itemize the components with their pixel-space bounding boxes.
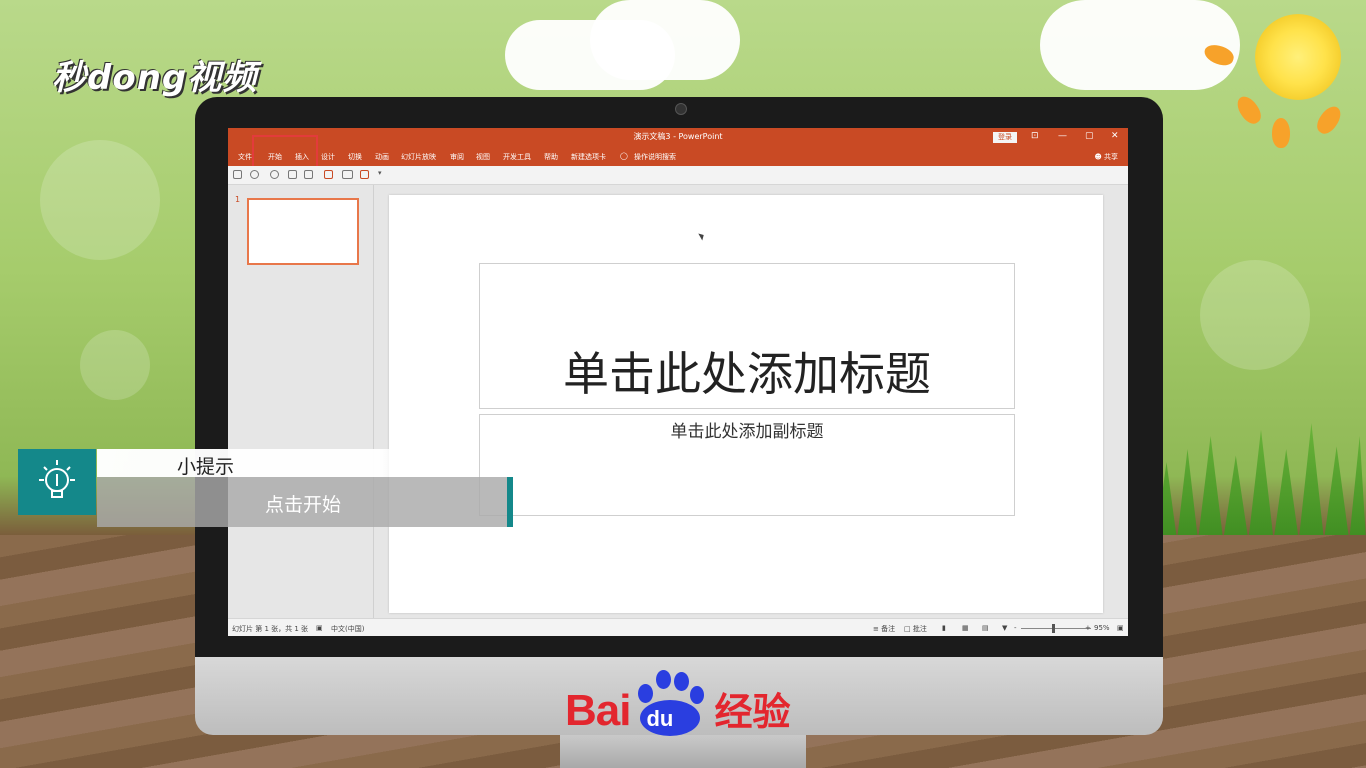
zoom-level[interactable]: 95% — [1094, 624, 1110, 632]
tip-heading-bar: 小提示 — [97, 449, 432, 478]
sun-ray-3 — [1272, 118, 1290, 148]
tab-design[interactable]: 设计 — [321, 152, 335, 162]
title-bar: 演示文稿3 - PowerPoint 登录 ⊡ — ▢ ✕ — [228, 128, 1128, 148]
slide-info: 幻灯片 第 1 张，共 1 张 — [232, 625, 309, 633]
bokeh-3 — [80, 330, 150, 400]
zoom-slider[interactable] — [1021, 628, 1091, 629]
title-placeholder[interactable]: 单击此处添加标题 — [479, 263, 1015, 409]
tab-review[interactable]: 审阅 — [450, 152, 464, 162]
baidu-jingyan-text: 经验 — [714, 690, 791, 734]
bokeh-2 — [1200, 260, 1310, 370]
monitor-stand — [560, 735, 806, 768]
comments-label: 批注 — [912, 625, 927, 633]
sun-ray-4 — [1313, 102, 1345, 138]
tip-body: 点击开始 — [97, 477, 507, 527]
ribbon-display-options-icon[interactable]: ⊡ — [1031, 131, 1039, 141]
sun-ray-2 — [1233, 92, 1265, 128]
slide-number: 1 — [235, 195, 241, 204]
minimize-icon[interactable]: — — [1058, 131, 1067, 141]
baidu-paw-icon: du — [632, 670, 708, 736]
ppt-icon[interactable] — [324, 170, 333, 179]
slide-thumbnail[interactable] — [247, 198, 359, 265]
status-bar: 幻灯片 第 1 张，共 1 张 ▣ 中文(中国) ≡ 备注 □ 批注 ▮ ▦ ▤… — [228, 618, 1128, 636]
camera-icon — [675, 103, 687, 115]
baidu-bai-text: Bai — [565, 686, 631, 735]
thumbnail-pane: 1 — [228, 185, 374, 618]
cloud-2 — [590, 0, 740, 80]
subtitle-placeholder-text: 单击此处添加副标题 — [670, 422, 824, 442]
tip-lightbulb-badge — [18, 449, 96, 515]
slideshow-view-icon[interactable]: ▼ — [1002, 624, 1007, 632]
powerpoint-window: 演示文稿3 - PowerPoint 登录 ⊡ — ▢ ✕ 文件 开始 插入 设… — [228, 128, 1128, 636]
zoom-in-button[interactable]: + — [1085, 624, 1091, 632]
reading-view-icon[interactable]: ▤ — [982, 624, 989, 632]
maximize-icon[interactable]: ▢ — [1085, 131, 1094, 141]
baidu-jingyan-logo: Bai du 经验 — [565, 668, 791, 736]
subtitle-placeholder[interactable]: 单击此处添加副标题 — [479, 414, 1015, 516]
tab-transitions[interactable]: 切换 — [348, 152, 362, 162]
tab-file[interactable]: 文件 — [238, 152, 252, 162]
tab-help[interactable]: 帮助 — [544, 152, 558, 162]
share-label: 共享 — [1104, 153, 1118, 161]
tip-text: 点击开始 — [265, 494, 342, 516]
notes-label: 备注 — [881, 625, 896, 633]
tab-slideshow[interactable]: 幻灯片放映 — [401, 152, 436, 162]
star-icon[interactable] — [304, 170, 313, 179]
close-icon[interactable]: ✕ — [1111, 131, 1119, 141]
zoom-slider-handle[interactable] — [1052, 624, 1055, 633]
fit-to-window-icon[interactable]: ▣ — [1117, 624, 1124, 632]
tab-animations[interactable]: 动画 — [375, 152, 389, 162]
bokeh-1 — [40, 140, 160, 260]
keyboard-icon[interactable] — [342, 170, 353, 179]
save-icon[interactable] — [233, 170, 242, 179]
home-tab-highlight — [252, 135, 318, 170]
notes-button[interactable]: ≡ 备注 — [873, 624, 895, 634]
video-brand-logo: 秒dong视频 — [52, 58, 258, 98]
quick-access-toolbar: ▾ — [228, 166, 1128, 185]
comments-button[interactable]: □ 批注 — [904, 624, 927, 634]
undo-icon[interactable] — [250, 170, 259, 179]
login-button[interactable]: 登录 — [993, 132, 1017, 143]
tab-new-tab[interactable]: 新建选项卡 — [571, 152, 606, 162]
mouse-cursor-icon — [698, 231, 706, 241]
tab-view[interactable]: 视图 — [476, 152, 490, 162]
tell-me-search[interactable]: 操作说明搜索 — [634, 152, 676, 162]
normal-view-icon[interactable]: ▮ — [942, 624, 946, 632]
redo-icon[interactable] — [270, 170, 279, 179]
share-button[interactable]: ☻ 共享 — [1094, 152, 1118, 162]
sun-icon — [1255, 14, 1341, 100]
tip-accent-bar — [507, 477, 513, 527]
customize-qat-icon[interactable]: ▾ — [378, 169, 382, 177]
language-status[interactable]: 中文(中国) — [331, 624, 364, 634]
proofing-icon[interactable]: ▣ — [316, 624, 323, 632]
slide-canvas[interactable]: 单击此处添加标题 单击此处添加副标题 — [389, 195, 1103, 613]
clipboard-icon[interactable] — [360, 170, 369, 179]
ribbon-tabs: 文件 开始 插入 设计 切换 动画 幻灯片放映 审阅 视图 开发工具 帮助 新建… — [228, 148, 1128, 166]
title-placeholder-text: 单击此处添加标题 — [563, 347, 931, 401]
tab-developer[interactable]: 开发工具 — [503, 152, 531, 162]
lightbulb-icon — [39, 460, 75, 498]
lightbulb-icon: ◯ — [620, 152, 628, 160]
baidu-du-text: du — [646, 706, 674, 731]
slide-sorter-icon[interactable]: ▦ — [962, 624, 969, 632]
grass — [1156, 423, 1366, 540]
spellcheck-icon[interactable] — [288, 170, 297, 179]
zoom-out-button[interactable]: - — [1014, 624, 1017, 632]
tip-heading: 小提示 — [177, 456, 235, 478]
